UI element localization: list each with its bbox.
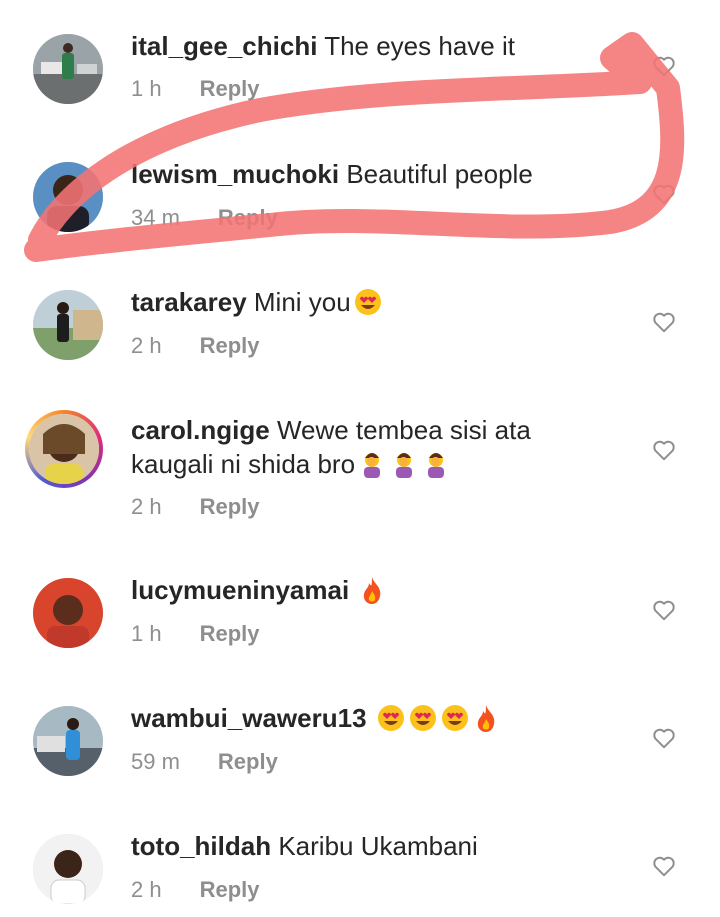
username-link[interactable]: tarakarey (131, 287, 247, 317)
comment-meta: 2 h Reply (131, 877, 260, 903)
username-link[interactable]: lewism_muchoki (131, 159, 339, 189)
comment-text: ital_gee_chichi The eyes have it (131, 30, 515, 62)
timestamp: 2 h (131, 494, 162, 519)
username-link[interactable]: carol.ngige (131, 415, 270, 445)
reply-button[interactable]: Reply (200, 494, 260, 519)
facepalm-emoji (396, 453, 413, 478)
avatar[interactable] (33, 578, 103, 648)
username-link[interactable]: toto_hildah (131, 831, 271, 861)
comment-body: Wewe tembea sisi ata (276, 415, 531, 445)
heart-outline-icon[interactable] (651, 597, 677, 623)
avatar-photo-icon (33, 34, 103, 104)
comment-text: lucymueninyamai (131, 574, 386, 606)
reply-button[interactable]: Reply (200, 877, 260, 902)
reply-button[interactable]: Reply (218, 205, 278, 230)
comment-body: Beautiful people (346, 159, 533, 189)
heart-outline-icon[interactable] (651, 309, 677, 335)
username-link[interactable]: wambui_waweru13 (131, 703, 367, 733)
avatar[interactable] (33, 290, 103, 360)
avatar[interactable] (33, 706, 103, 776)
comment-meta: 1 h Reply (131, 76, 260, 102)
avatar-photo-icon (33, 578, 103, 648)
comment-meta: 34 m Reply (131, 205, 278, 231)
timestamp: 1 h (131, 76, 162, 101)
heart-outline-icon[interactable] (651, 725, 677, 751)
reply-button[interactable]: Reply (218, 749, 278, 774)
comment-text: tarakarey Mini you (131, 286, 383, 318)
fire-emoji (364, 577, 381, 604)
comment-text: toto_hildah Karibu Ukambani (131, 830, 478, 862)
avatar[interactable] (33, 162, 103, 232)
reply-button[interactable]: Reply (200, 333, 260, 358)
comment-meta: 59 m Reply (131, 749, 278, 775)
comment-meta: 1 h Reply (131, 621, 260, 647)
timestamp: 59 m (131, 749, 180, 774)
avatar-photo-icon (33, 290, 103, 360)
username-link[interactable]: ital_gee_chichi (131, 31, 317, 61)
heart-eyes-emoji (354, 289, 381, 315)
heart-outline-icon[interactable] (651, 181, 677, 207)
avatar-photo-icon (33, 834, 103, 904)
comment-body: Mini you (253, 287, 351, 317)
timestamp: 2 h (131, 333, 162, 358)
comment-body: Karibu Ukambani (278, 831, 478, 861)
timestamp: 34 m (131, 205, 180, 230)
timestamp: 1 h (131, 621, 162, 646)
avatar[interactable] (33, 34, 103, 104)
comment-text-line2: kaugali ni shida bro (131, 448, 451, 480)
heart-eyes-emoji (409, 705, 436, 731)
facepalm-emoji (428, 453, 445, 478)
avatar[interactable] (33, 834, 103, 904)
reply-button[interactable]: Reply (200, 621, 260, 646)
avatar-story-ring[interactable] (25, 410, 103, 488)
comment-text: carol.ngige Wewe tembea sisi ata (131, 414, 531, 446)
heart-eyes-emoji (441, 705, 468, 731)
facepalm-emoji (364, 453, 381, 478)
heart-outline-icon[interactable] (651, 53, 677, 79)
comment-meta: 2 h Reply (131, 333, 260, 359)
comment-body-continued: kaugali ni shida bro (131, 449, 356, 479)
comment-body: The eyes have it (324, 31, 515, 61)
comment-meta: 2 h Reply (131, 494, 260, 520)
avatar-photo-icon (29, 414, 99, 484)
reply-button[interactable]: Reply (200, 76, 260, 101)
comment-text: wambui_waweru13 (131, 702, 500, 734)
avatar-photo-icon (33, 706, 103, 776)
heart-outline-icon[interactable] (651, 853, 677, 879)
avatar (29, 414, 99, 484)
fire-emoji (477, 705, 495, 732)
timestamp: 2 h (131, 877, 162, 902)
comment-text: lewism_muchoki Beautiful people (131, 158, 533, 190)
heart-eyes-emoji (377, 705, 404, 731)
username-link[interactable]: lucymueninyamai (131, 575, 349, 605)
avatar-photo-icon (33, 162, 103, 232)
heart-outline-icon[interactable] (651, 437, 677, 463)
